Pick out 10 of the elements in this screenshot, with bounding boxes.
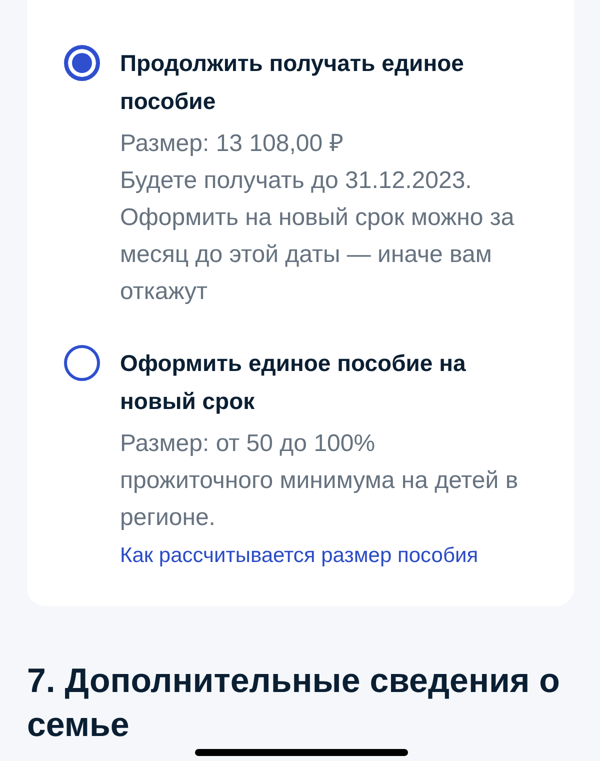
- radio-button[interactable]: [64, 345, 100, 381]
- section-heading: 7. Дополнительные сведения о семье: [27, 661, 561, 746]
- option-title: Оформить единое пособие на новый срок: [120, 349, 467, 416]
- option-note: Будете получать до 31.12.2023. Оформить на новый срок можно за месяц до этой даты — иначе вам откажут: [120, 166, 516, 307]
- radio-button[interactable]: [64, 45, 100, 81]
- size-info-link[interactable]: Как рассчитывается размер пособия: [120, 544, 478, 567]
- option-size: Размер: от 50 до 100%: [120, 429, 376, 459]
- option-note: прожиточного минимума на детей в регионе. Как рассчитывается размер пособия: [120, 466, 520, 569]
- option-title: Продолжить получать единое пособие: [120, 49, 465, 116]
- option-size: Размер: 13 108,00 ₽: [120, 129, 344, 159]
